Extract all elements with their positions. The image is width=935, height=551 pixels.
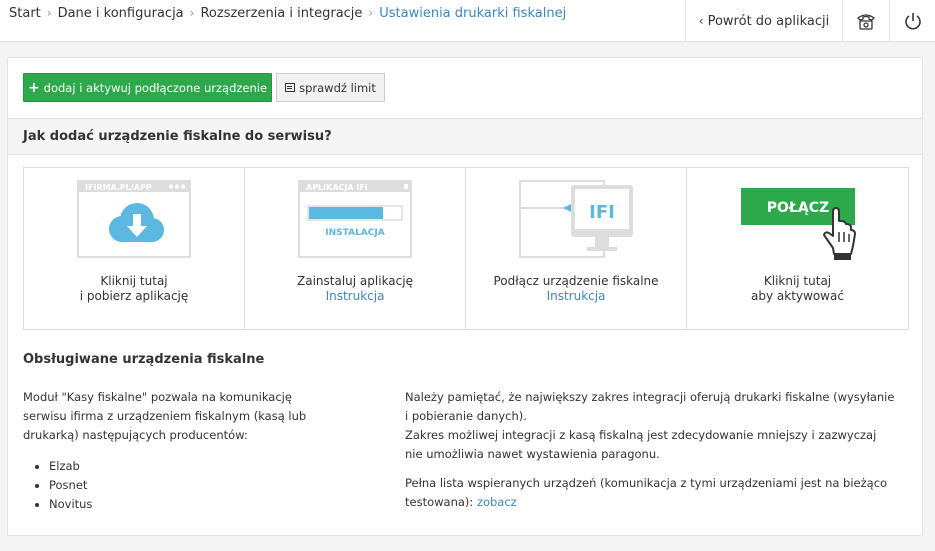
step-activate-art-text: POŁĄCZ xyxy=(766,200,828,216)
breadcrumb-item-extensions[interactable]: Rozszerzenia i integracje xyxy=(200,6,362,21)
step-install-caption: Zainstaluj aplikację Instrukcja xyxy=(245,274,465,304)
step-download[interactable]: IFIRMA.PL/APP Kliknij tutaj i pobierz ap… xyxy=(24,168,245,329)
check-limit-button[interactable]: sprawdź limit xyxy=(276,73,385,102)
phone-button[interactable] xyxy=(842,0,889,42)
top-bar: Start › Dane i konfiguracja › Rozszerzenia i… xyxy=(0,0,935,42)
chevron-right-icon: › xyxy=(368,6,374,20)
step-connect-line1: Podłącz urządzenie fiskalne xyxy=(493,274,659,288)
power-icon xyxy=(904,13,921,30)
phone-icon xyxy=(857,14,875,30)
step-download-art-text: IFIRMA.PL/APP xyxy=(85,183,152,192)
chevron-right-icon: › xyxy=(46,6,52,20)
breadcrumb-item-start[interactable]: Start xyxy=(9,6,41,21)
note-cash-registers: Zakres możliwej integracji z kasą fiskal… xyxy=(405,428,877,461)
note-full-list: Pełna lista wspieranych urządzeń (komuni… xyxy=(405,474,895,512)
add-device-button[interactable]: + dodaj i aktywuj podłączone urządzenie xyxy=(23,73,272,102)
download-cloud-illustration: IFIRMA.PL/APP xyxy=(77,180,191,258)
chevron-right-icon: › xyxy=(189,6,195,20)
main-panel: + dodaj i aktywuj podłączone urządzenie … xyxy=(7,57,923,536)
plus-icon: + xyxy=(27,79,40,96)
step-install-line1: Zainstaluj aplikację xyxy=(297,274,413,288)
supported-intro-column: Moduł "Kasy fiskalne" pozwala na komunik… xyxy=(23,388,323,514)
install-illustration: APLIKACJA IFI INSTALACJA xyxy=(298,180,412,258)
monitor-illustration: IFI xyxy=(519,180,633,258)
chevron-left-icon: ‹ xyxy=(698,14,704,28)
step-activate-line2: aby aktywować xyxy=(751,289,844,303)
step-download-line1: Kliknij tutaj xyxy=(100,274,168,288)
breadcrumb-item-config[interactable]: Dane i konfiguracja xyxy=(58,6,184,21)
back-to-app-label: Powrót do aplikacji xyxy=(707,13,830,29)
step-connect-device: IFI Podłącz urządzenie fiskalne Instrukc… xyxy=(466,168,687,329)
back-to-app-button[interactable]: ‹ Powrót do aplikacji xyxy=(685,0,842,42)
supported-intro-text: Moduł "Kasy fiskalne" pozwala na komunik… xyxy=(23,390,307,442)
see-list-link[interactable]: zobacz xyxy=(477,495,517,509)
step-install: APLIKACJA IFI INSTALACJA Zainstaluj apli… xyxy=(245,168,466,329)
step-install-art-text: APLIKACJA IFI xyxy=(306,183,368,192)
logout-button[interactable] xyxy=(889,0,935,42)
list-item: Elzab xyxy=(49,457,323,476)
step-install-art-sub: INSTALACJA xyxy=(325,228,384,238)
brand-list: Elzab Posnet Novitus xyxy=(23,457,323,514)
step-download-caption: Kliknij tutaj i pobierz aplikację xyxy=(24,274,244,304)
step-activate-caption: Kliknij tutaj aby aktywować xyxy=(687,274,908,304)
breadcrumb-item-current: Ustawienia drukarki fiskalnej xyxy=(379,6,567,21)
add-device-label: dodaj i aktywuj podłączone urządzenie xyxy=(43,80,268,95)
check-limit-label: sprawdź limit xyxy=(299,80,376,95)
steps-row: IFIRMA.PL/APP Kliknij tutaj i pobierz ap… xyxy=(23,167,909,330)
step-install-instruction-link[interactable]: Instrukcja xyxy=(245,289,465,304)
note-printers: Należy pamiętać, że największy zakres in… xyxy=(405,390,895,423)
supported-notes-column: Należy pamiętać, że największy zakres in… xyxy=(405,388,895,512)
how-to-title: Jak dodać urządzenie fiskalne do serwisu… xyxy=(23,129,332,144)
step-connect-caption: Podłącz urządzenie fiskalne Instrukcja xyxy=(466,274,686,304)
step-connect-instruction-link[interactable]: Instrukcja xyxy=(466,289,686,304)
step-activate[interactable]: POŁĄCZ Kliknij tutaj aby aktywować xyxy=(687,168,908,329)
step-download-line2: i pobierz aplikację xyxy=(79,289,189,303)
how-to-header: Jak dodać urządzenie fiskalne do serwisu… xyxy=(8,118,922,155)
list-icon xyxy=(285,83,296,92)
step-activate-line1: Kliknij tutaj xyxy=(763,274,832,288)
breadcrumb: Start › Dane i konfiguracja › Rozszerzenia i… xyxy=(9,6,566,21)
list-item: Novitus xyxy=(49,495,323,514)
step-connect-art-text: IFI xyxy=(589,202,615,223)
supported-devices-title: Obsługiwane urządzenia fiskalne xyxy=(23,352,265,367)
connect-button-illustration: POŁĄCZ xyxy=(740,188,856,260)
list-item: Posnet xyxy=(49,476,323,495)
